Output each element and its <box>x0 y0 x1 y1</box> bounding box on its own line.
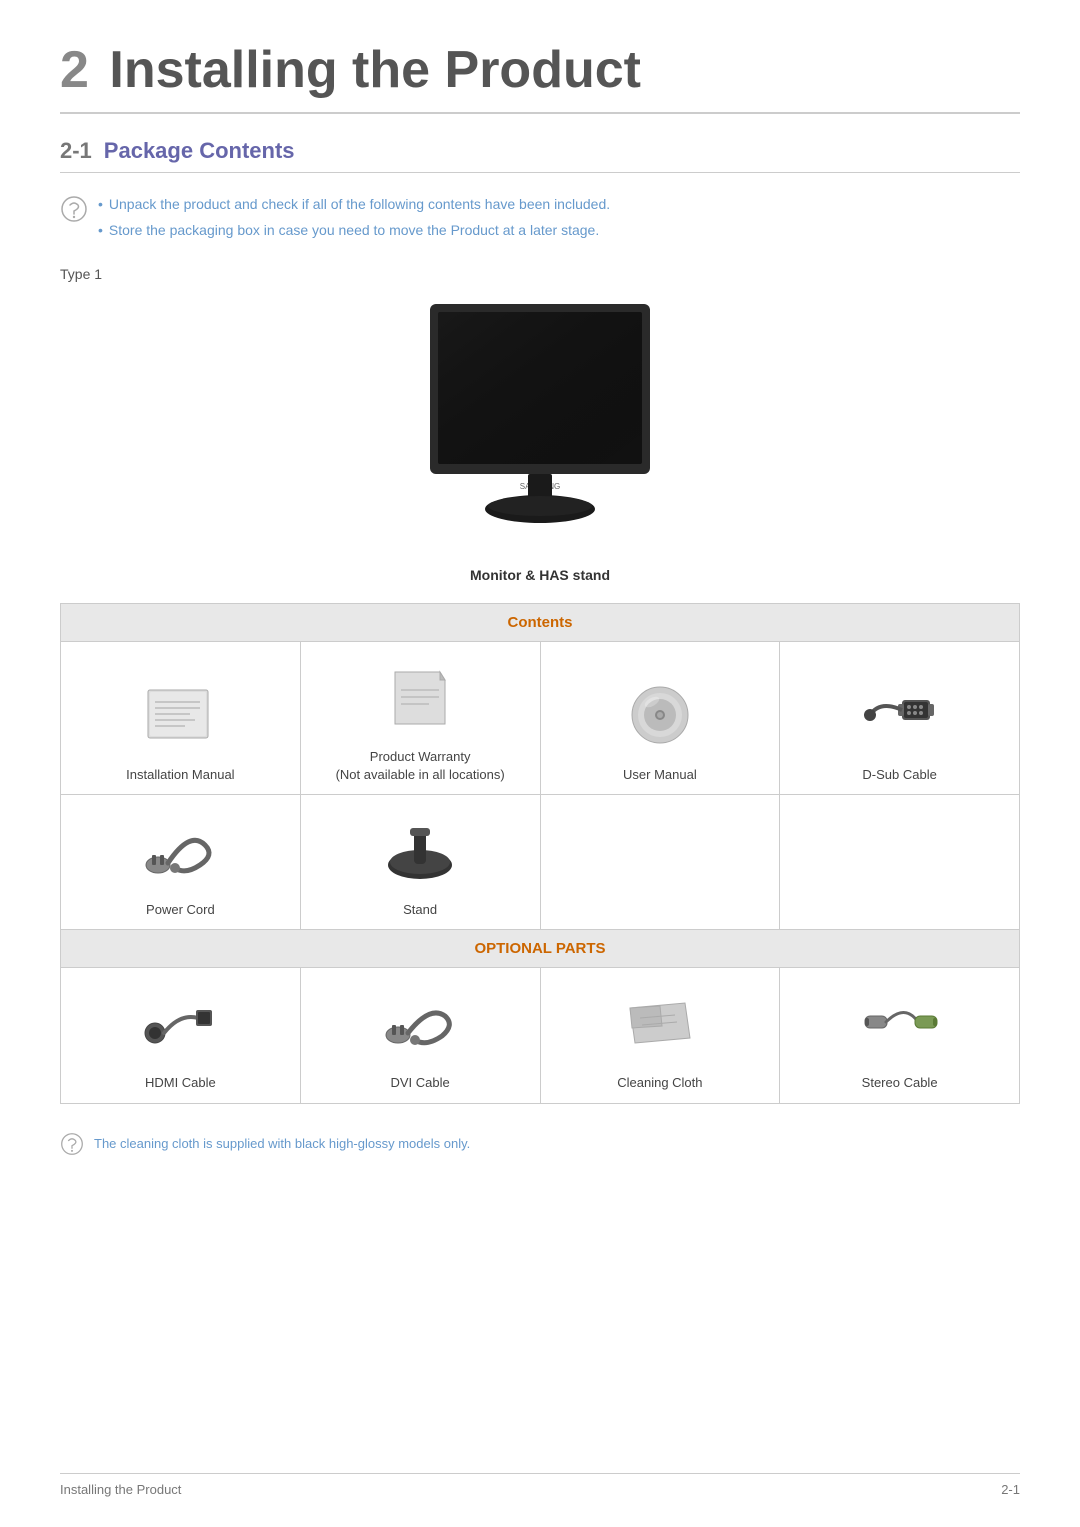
contents-table: Contents Installation <box>60 603 1020 1104</box>
product-warranty-label: Product Warranty(Not available in all lo… <box>309 748 532 784</box>
chapter-header: 2 Installing the Product <box>60 40 1020 114</box>
optional-parts-header-row: OPTIONAL PARTS <box>61 930 1020 968</box>
table-cell-power-cord: Power Cord <box>61 795 301 930</box>
monitor-image: SAMSUNG <box>60 294 1020 559</box>
cleaning-cloth-image <box>549 978 772 1068</box>
user-manual-label: User Manual <box>549 766 772 784</box>
user-manual-image <box>549 670 772 760</box>
cleaning-cloth-label: Cleaning Cloth <box>549 1074 772 1092</box>
optional-parts-header: OPTIONAL PARTS <box>61 930 1020 968</box>
chapter-number: 2 <box>60 41 89 99</box>
power-cord-image <box>69 805 292 895</box>
page-footer: Installing the Product 2-1 <box>60 1473 1020 1497</box>
stand-label: Stand <box>309 901 532 919</box>
stereo-cable-image <box>788 978 1011 1068</box>
table-cell-product-warranty: Product Warranty(Not available in all lo… <box>300 641 540 794</box>
footer-right: 2-1 <box>1001 1482 1020 1497</box>
monitor-caption: Monitor & HAS stand <box>60 567 1020 583</box>
table-row: Power Cord Stand <box>61 795 1020 930</box>
table-cell-installation-manual: Installation Manual <box>61 641 301 794</box>
product-warranty-image <box>309 652 532 742</box>
table-cell-empty2 <box>780 795 1020 930</box>
table-cell-hdmi: HDMI Cable <box>61 968 301 1103</box>
installation-manual-image <box>69 670 292 760</box>
table-cell-user-manual: User Manual <box>540 641 780 794</box>
hdmi-cable-image <box>69 978 292 1068</box>
stereo-cable-label: Stereo Cable <box>788 1074 1011 1092</box>
monitor-svg: SAMSUNG <box>380 294 700 554</box>
table-cell-empty1 <box>540 795 780 930</box>
chapter-title: Installing the Product <box>109 41 641 99</box>
dvi-cable-label: DVI Cable <box>309 1074 532 1092</box>
section-number: 2-1 <box>60 138 92 164</box>
footer-left: Installing the Product <box>60 1482 181 1497</box>
footer-note: The cleaning cloth is supplied with blac… <box>60 1132 1020 1156</box>
table-row-optional: HDMI Cable DVI Cable <box>61 968 1020 1103</box>
section-title: Package Contents <box>104 138 295 164</box>
footer-note-text: The cleaning cloth is supplied with blac… <box>94 1136 470 1151</box>
table-cell-dvi: DVI Cable <box>300 968 540 1103</box>
hdmi-cable-label: HDMI Cable <box>69 1074 292 1092</box>
dvi-cable-image <box>309 978 532 1068</box>
contents-header: Contents <box>61 603 1020 641</box>
installation-manual-label: Installation Manual <box>69 766 292 784</box>
footer-note-icon <box>60 1132 84 1156</box>
dsub-cable-image <box>788 670 1011 760</box>
notes-block: • Unpack the product and check if all of… <box>60 193 1020 246</box>
notes-text: • Unpack the product and check if all of… <box>98 193 610 246</box>
table-cell-stand: Stand <box>300 795 540 930</box>
type-label: Type 1 <box>60 266 1020 282</box>
power-cord-label: Power Cord <box>69 901 292 919</box>
section-header: 2-1 Package Contents <box>60 138 1020 173</box>
note-icon <box>60 195 88 223</box>
table-cell-stereo-cable: Stereo Cable <box>780 968 1020 1103</box>
table-row: Installation Manual Product Warranty(Not… <box>61 641 1020 794</box>
table-cell-dsub-cable: D-Sub Cable <box>780 641 1020 794</box>
dsub-cable-label: D-Sub Cable <box>788 766 1011 784</box>
table-cell-cleaning-cloth: Cleaning Cloth <box>540 968 780 1103</box>
stand-image <box>309 805 532 895</box>
